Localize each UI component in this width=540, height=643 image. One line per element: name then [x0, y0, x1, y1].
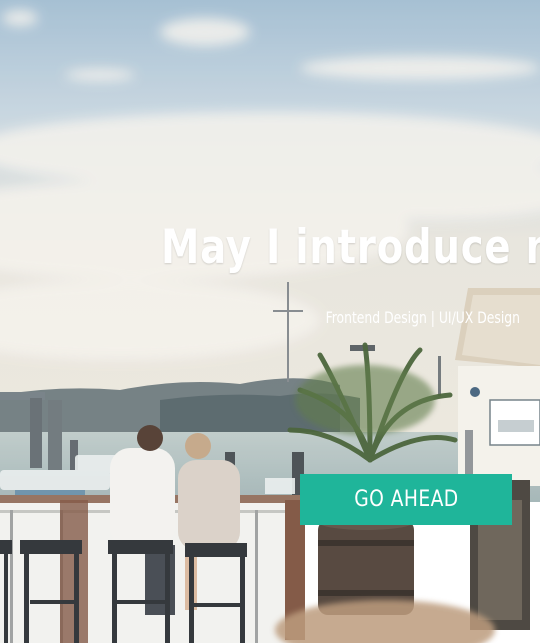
- go-ahead-button-label: GO AHEAD: [353, 487, 459, 512]
- hero-subtitle: Frontend Design | UI/UX Design: [325, 308, 520, 327]
- go-ahead-button[interactable]: GO AHEAD: [300, 474, 512, 525]
- hero-section: May I introduce my Frontend Design | UI/…: [0, 0, 540, 643]
- hero-headline: May I introduce my: [161, 220, 540, 275]
